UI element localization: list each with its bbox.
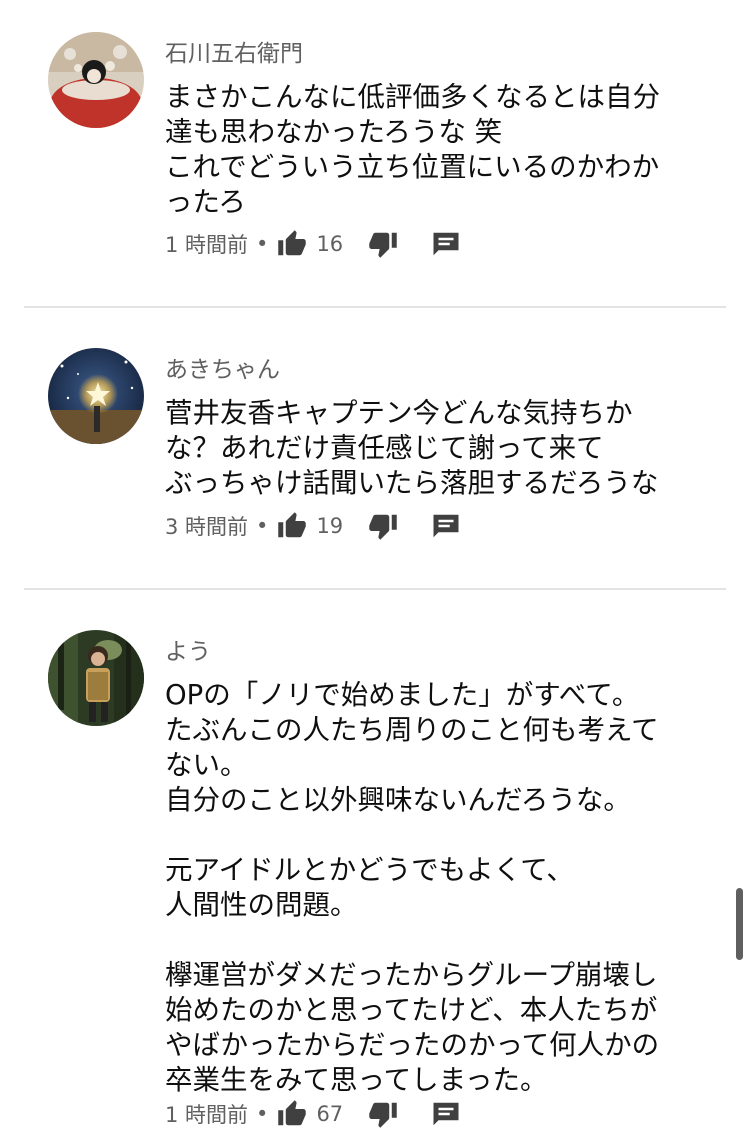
comment-reply-icon[interactable] <box>431 1099 461 1129</box>
avatar[interactable] <box>48 32 144 128</box>
comment-line: 達も思わなかったろうな 笑 <box>165 116 503 148</box>
comment-line: 始めたのかと思ってたけど、本人たちが <box>165 994 658 1026</box>
comment-reply-icon[interactable] <box>431 229 461 259</box>
like-count: 67 <box>316 1102 344 1126</box>
like-count: 19 <box>316 514 344 538</box>
thumb-down-icon[interactable] <box>367 511 399 541</box>
thumb-down-icon[interactable] <box>367 229 399 259</box>
comment-line <box>165 818 735 853</box>
comment-text: 菅井友香キャプテン今どんな気持ちか な？あれだけ責任感じて謝って来て ぶっちゃけ… <box>165 396 735 501</box>
comment-line: な？あれだけ責任感じて謝って来て <box>165 432 604 464</box>
comment-author[interactable]: よう <box>165 637 211 667</box>
comment-line: 元アイドルとかどうでもよくて、 <box>165 854 574 886</box>
comment-line: やばかったからだったのかって何人かの <box>165 1029 660 1061</box>
comment-timestamp: 1 時間前 <box>165 1103 249 1127</box>
comment-line: ったろ <box>165 186 246 218</box>
avatar[interactable] <box>48 348 144 444</box>
comment-author[interactable]: あきちゃん <box>165 355 280 385</box>
thumb-up-icon[interactable] <box>276 229 308 259</box>
avatar[interactable] <box>48 630 144 726</box>
divider <box>24 588 726 590</box>
comment-actions: 3 時間前 • 19 <box>165 506 461 546</box>
thumb-down-icon[interactable] <box>367 1099 399 1129</box>
comment-line: 自分のこと以外興味ないんだろうな。 <box>165 784 631 816</box>
comment-line: 菅井友香キャプテン今どんな気持ちか <box>165 397 633 429</box>
comment-timestamp: 3 時間前 <box>165 515 249 539</box>
comment-line: 人間性の問題。 <box>165 889 358 921</box>
scrollbar[interactable] <box>736 888 743 960</box>
comment-line: 欅運営がダメだったからグループ崩壊し <box>165 959 658 991</box>
comment-line: これでどういう立ち位置にいるのかわか <box>165 151 660 183</box>
thumb-up-icon[interactable] <box>276 511 308 541</box>
separator-dot: • <box>256 232 269 256</box>
comment-actions: 1 時間前 • 16 <box>165 224 461 264</box>
comment-timestamp: 1 時間前 <box>165 233 249 257</box>
comment-line: 卒業生をみて思ってしまった。 <box>165 1064 548 1096</box>
divider <box>24 306 726 308</box>
comment-line: まさかこんなに低評価多くなるとは自分 <box>165 81 660 113</box>
comment-text: OPの「ノリで始めました」がすべて。 たぶんこの人たち周りのこと何も考えて ない… <box>165 678 735 1098</box>
comment-line: ない。 <box>165 749 248 781</box>
comment-line <box>165 923 735 958</box>
thumb-up-icon[interactable] <box>276 1099 308 1129</box>
comment-line: たぶんこの人たち周りのこと何も考えて <box>165 714 659 746</box>
comment-text: まさかこんなに低評価多くなるとは自分 達も思わなかったろうな 笑 これでどういう… <box>165 80 735 220</box>
comment-reply-icon[interactable] <box>431 511 461 541</box>
comment-line: OPの「ノリで始めました」がすべて。 <box>165 679 640 711</box>
like-count: 16 <box>316 232 344 256</box>
separator-dot: • <box>256 514 269 538</box>
separator-dot: • <box>256 1102 269 1126</box>
comment-line: ぶっちゃけ話聞いたら落胆するだろうな <box>165 467 659 499</box>
comment-author[interactable]: 石川五右衛門 <box>165 39 303 69</box>
comment-actions: 1 時間前 • 67 <box>165 1094 461 1134</box>
